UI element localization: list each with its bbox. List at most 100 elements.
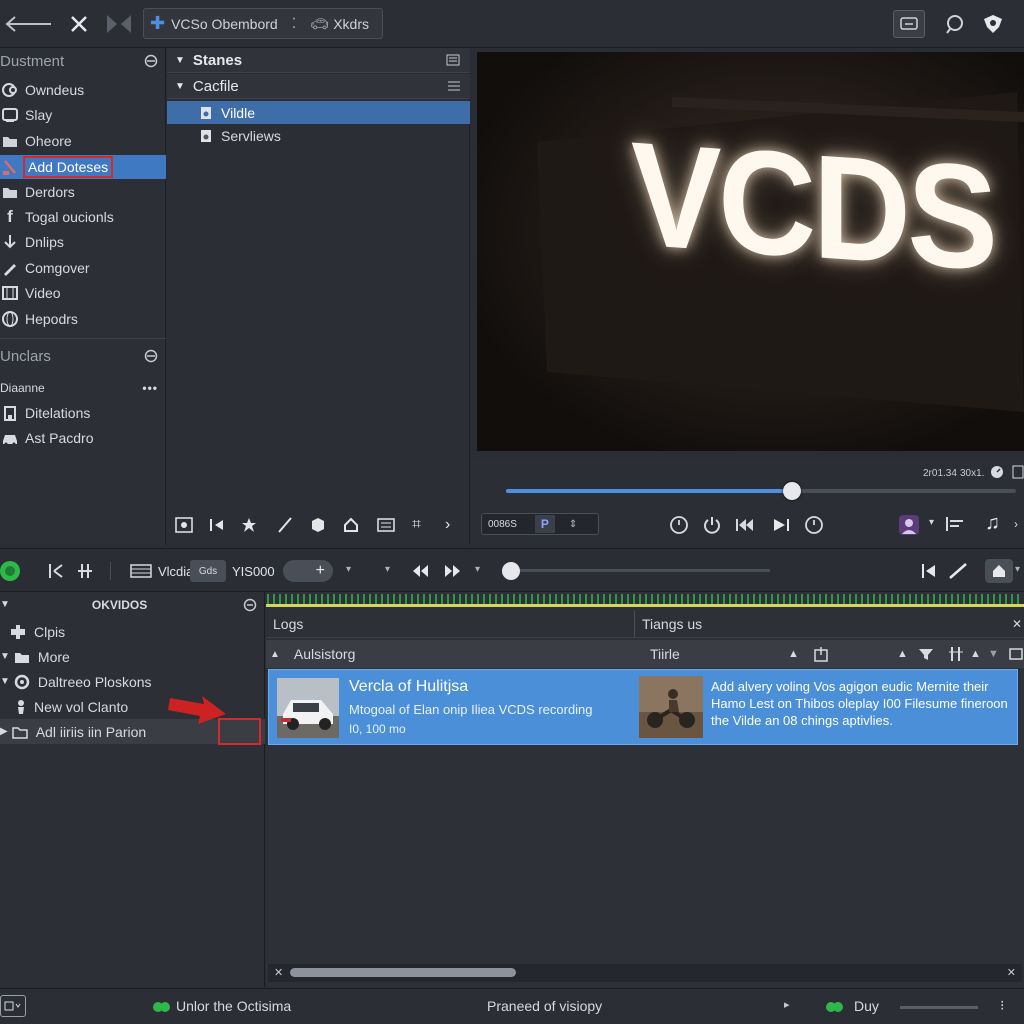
pen-icon[interactable] (948, 562, 970, 580)
expand-arrow-icon[interactable]: ▼ (0, 676, 10, 687)
checkbox-dropdown[interactable] (0, 995, 26, 1017)
arrow-icon[interactable]: ▸ (784, 998, 790, 1011)
sidebar-item-comgover[interactable]: Comgover (0, 256, 166, 280)
rewind-icon[interactable] (735, 517, 755, 533)
tree-item-clpis[interactable]: Clpis (0, 619, 265, 644)
seek-handle[interactable] (782, 482, 801, 500)
expand-arrow-icon[interactable]: ▼ (175, 55, 185, 66)
user-avatar-icon[interactable] (898, 514, 920, 536)
play-icon[interactable] (771, 517, 791, 533)
dropdown-caret-icon[interactable]: ▾ (929, 517, 934, 528)
tab-logs[interactable]: Logs (266, 610, 634, 638)
expand-arrow-icon[interactable]: ▼ (175, 81, 185, 92)
clock-icon[interactable] (990, 465, 1004, 479)
collapse-icon[interactable] (144, 54, 158, 68)
rewind-icon[interactable] (411, 564, 431, 578)
sidebar-item-dnlips[interactable]: Dnlips (0, 230, 166, 254)
video-preview[interactable]: VCDS (477, 52, 1024, 451)
columns-icon[interactable] (948, 646, 964, 662)
tree-header-okvidos[interactable]: ▼ OKVIDOS (0, 592, 265, 617)
more-icon[interactable]: › (1014, 517, 1018, 531)
clock-icon[interactable] (669, 515, 689, 535)
close-icon[interactable]: ✕ (1012, 617, 1022, 631)
dropdown-caret-icon[interactable]: ▾ (346, 564, 351, 575)
chevron-right-icon[interactable]: › (445, 516, 450, 534)
more-vertical-icon[interactable]: ⁝ (1000, 997, 1004, 1014)
panel-menu-icon[interactable] (446, 54, 460, 66)
tab-tiangs[interactable]: Tiangs us ✕ (635, 610, 1024, 638)
timecode-box[interactable]: 0086S P ⇕ (481, 513, 599, 535)
column-header-label[interactable]: Aulsistorg (294, 646, 355, 662)
fast-forward-icon[interactable] (442, 564, 462, 578)
settings-icon[interactable] (1012, 465, 1024, 479)
home-icon[interactable] (985, 559, 1013, 583)
collapse-icon[interactable] (144, 349, 158, 363)
tree-item-servliews[interactable]: Servliews (167, 124, 470, 147)
skip-start-icon[interactable] (920, 562, 938, 580)
grid-icon[interactable]: ⌗ (412, 516, 421, 534)
seek-bar[interactable] (506, 482, 1016, 500)
split-icon[interactable] (104, 11, 134, 37)
tree-header-stanes[interactable]: ▼ Stanes (167, 48, 470, 73)
close-icon[interactable] (66, 11, 92, 37)
sidebar-item-video[interactable]: Video (0, 281, 166, 305)
more-icon[interactable]: ••• (142, 381, 158, 395)
settings-icon[interactable] (1009, 647, 1023, 661)
dropdown-caret-icon[interactable]: ▾ (1015, 564, 1020, 575)
status-dot-icon[interactable] (0, 560, 22, 582)
star-icon[interactable] (241, 517, 257, 533)
expand-arrow-icon[interactable]: ▼ (0, 599, 10, 610)
expand-arrow-icon[interactable]: ▶ (0, 726, 8, 737)
sidebar-item-owndeus[interactable]: Owndeus (0, 78, 166, 102)
sidebar-item-hepodrs[interactable]: Hepodrs (0, 307, 166, 331)
sidebar-item-oheore[interactable]: Oheore (0, 129, 166, 153)
sidebar-item-slay[interactable]: Slay (0, 103, 166, 127)
power-icon[interactable] (702, 515, 722, 535)
dropdown-caret-icon[interactable]: ▼ (988, 648, 999, 660)
filter-icon[interactable] (918, 646, 934, 662)
line-tool-icon[interactable] (277, 517, 293, 533)
sort-up-icon[interactable]: ▲ (970, 648, 981, 660)
image-icon[interactable] (175, 517, 193, 533)
home-icon[interactable] (343, 517, 359, 533)
music-note-icon[interactable]: ♫ (985, 512, 1000, 535)
timer-icon[interactable] (804, 515, 824, 535)
table-row[interactable]: Vercla of Hulitjsa Mtogoal of Elan onip … (268, 669, 1018, 745)
split-clip-icon[interactable] (76, 562, 94, 580)
scrollbar-thumb[interactable] (290, 968, 516, 977)
media-badge[interactable]: Gds (190, 560, 226, 582)
tree-item-more[interactable]: ▼ More (0, 644, 265, 669)
tree-item-daltreeo[interactable]: ▼ Daltreeo Ploskons (0, 669, 265, 694)
list-icon[interactable] (377, 518, 395, 532)
sidebar-item-add-doteses[interactable]: Add Doteses (0, 155, 166, 179)
sidebar-item-togal[interactable]: f Togal oucionls (0, 205, 166, 229)
horizontal-scrollbar[interactable]: ✕ ✕ (268, 964, 1022, 982)
monitor-icon[interactable] (893, 10, 925, 38)
hamburger-icon[interactable] (448, 81, 460, 91)
shield-icon[interactable] (978, 10, 1008, 38)
zoom-slider[interactable] (510, 569, 770, 572)
sidebar-item-ditelations[interactable]: Ditelations (0, 401, 166, 425)
dropdown-caret-icon[interactable]: ▾ (385, 564, 390, 575)
sidebar-item-derdors[interactable]: Derdors (0, 180, 166, 204)
cube-icon[interactable] (310, 517, 326, 533)
expand-arrow-icon[interactable]: ▼ (0, 651, 10, 662)
dropdown-caret-icon[interactable]: ▾ (475, 564, 480, 575)
project-selector[interactable]: ✚ VCSo Obembord ⁚ 🚗︎ Xkdrs (143, 8, 383, 39)
back-arrow-icon[interactable] (0, 10, 54, 38)
sort-up-icon[interactable]: ▲ (897, 648, 908, 660)
scroll-left-icon[interactable]: ✕ (274, 966, 283, 979)
sidebar-item-ast-pacdro[interactable]: Ast Pacdro (0, 426, 166, 450)
search-icon[interactable] (940, 10, 970, 38)
collapse-icon[interactable] (243, 598, 257, 612)
film-strip-icon[interactable] (130, 563, 152, 579)
add-track-button[interactable]: + (283, 560, 333, 582)
p-toggle-icon[interactable]: P (534, 515, 555, 533)
add-icon[interactable]: ✚ (150, 13, 165, 34)
skip-start-icon[interactable] (209, 518, 225, 532)
trim-start-icon[interactable] (48, 562, 66, 580)
zoom-slider-handle[interactable] (502, 562, 520, 580)
collapse-arrow-icon[interactable]: ▲ (270, 649, 280, 660)
volume-slider[interactable] (900, 1006, 978, 1009)
column-header-label[interactable]: Tiirle (650, 646, 680, 662)
